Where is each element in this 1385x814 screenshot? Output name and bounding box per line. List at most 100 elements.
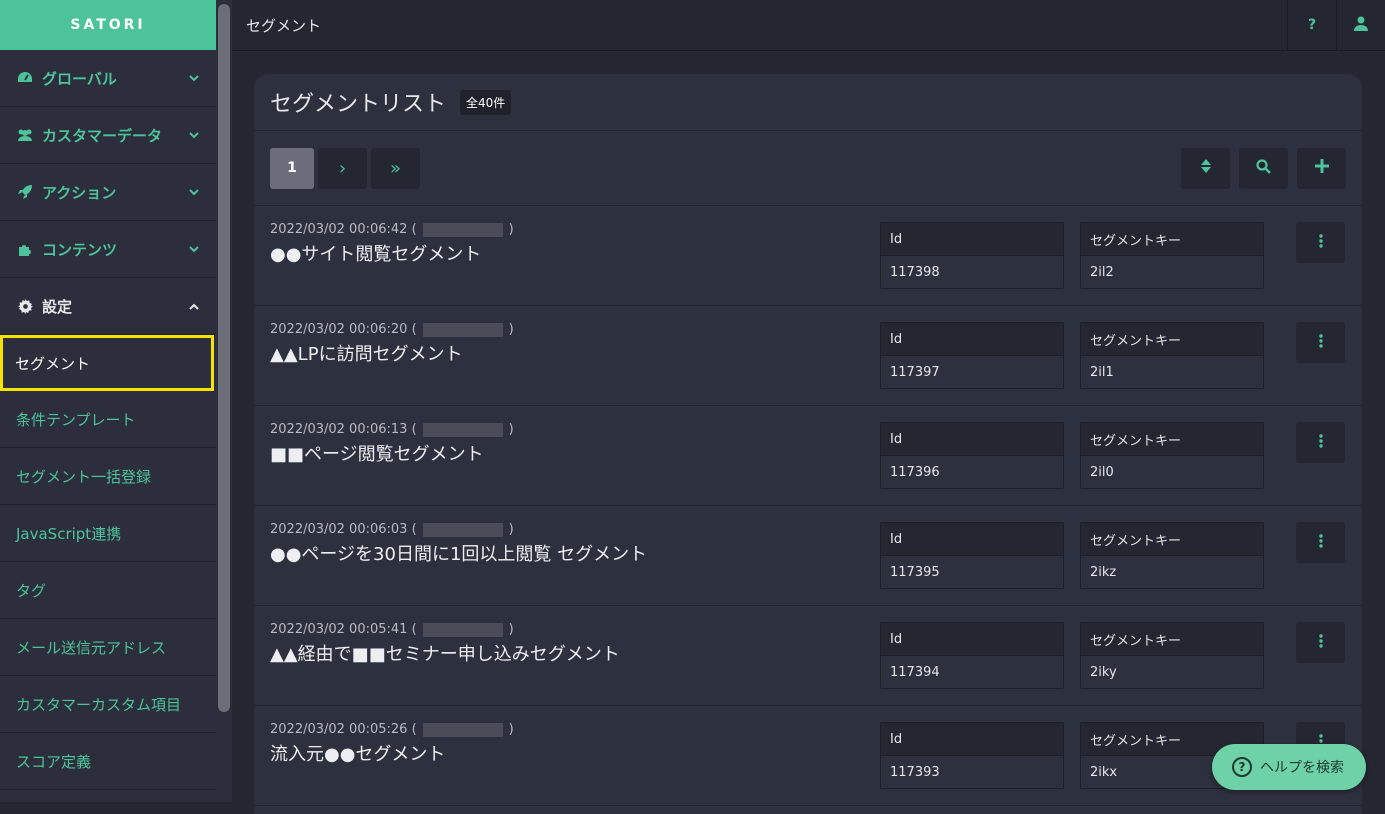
sort-icon [1200, 159, 1211, 177]
kebab-menu-icon [1318, 333, 1323, 352]
sidebar-item-score-definition[interactable]: スコア定義 [0, 733, 216, 790]
id-value: 117398 [890, 264, 940, 280]
segment-datetime: 2022/03/02 00:05:26 ( [270, 722, 417, 737]
segment-meta: 2022/03/02 00:06:03 ( ) [270, 522, 514, 537]
nav-group-contents[interactable]: コンテンツ [0, 221, 216, 278]
nav-group-label: アクション [42, 183, 117, 202]
id-value: 117394 [890, 664, 940, 680]
id-value: 117396 [890, 464, 940, 480]
id-label: Id [881, 723, 1063, 756]
kebab-menu-icon [1318, 533, 1323, 552]
segment-datetime: 2022/03/02 00:06:03 ( [270, 522, 417, 537]
paren-close: ) [508, 522, 514, 537]
chevron-down-icon [188, 186, 200, 198]
panel-header: セグメントリスト 全40件 [254, 74, 1362, 131]
segment-meta: 2022/03/02 00:05:41 ( ) [270, 622, 514, 637]
id-label: Id [881, 223, 1063, 256]
segment-key-value: 2il2 [1090, 264, 1114, 280]
row-menu-button[interactable] [1296, 222, 1345, 263]
help-search-button[interactable]: ? ヘルプを検索 [1212, 744, 1366, 790]
sidebar-item-segment[interactable]: セグメント [0, 335, 214, 391]
page-title: セグメント [246, 16, 322, 35]
segment-meta: 2022/03/02 00:06:42 ( ) [270, 222, 514, 237]
sidebar-item-segment-bulk-register[interactable]: セグメント一括登録 [0, 448, 216, 505]
redacted-author [422, 222, 503, 237]
segment-row[interactable]: 2022/03/02 00:06:03 ( ) ●●ページを30日間に1回以上閲… [254, 506, 1362, 606]
segment-key-label: セグメントキー [1081, 323, 1263, 356]
sidebar-scrollbar[interactable] [216, 0, 232, 802]
segment-datetime: 2022/03/02 00:05:41 ( [270, 622, 417, 637]
nav-group-global[interactable]: グローバル [0, 50, 216, 107]
kebab-menu-icon [1318, 633, 1323, 652]
segment-datetime: 2022/03/02 00:06:42 ( [270, 222, 417, 237]
sidebar: SATORI グローバル カスタマーデータ アクション コンテンツ 設定 セグメ… [0, 0, 216, 802]
nav-group-action[interactable]: アクション [0, 164, 216, 221]
sidebar-item-javascript[interactable]: JavaScript連携 [0, 505, 216, 562]
paren-close: ) [508, 422, 514, 437]
segment-meta: 2022/03/02 00:05:26 ( ) [270, 722, 514, 737]
segment-name[interactable]: ●●ページを30日間に1回以上閲覧 セグメント [270, 540, 647, 566]
redacted-author [422, 422, 503, 437]
users-icon [16, 127, 34, 143]
search-button[interactable] [1239, 147, 1288, 189]
segment-key-label: セグメントキー [1081, 623, 1263, 656]
user-icon [1354, 16, 1368, 35]
segment-key-label: セグメントキー [1081, 423, 1263, 456]
last-page-button[interactable]: » [371, 147, 420, 189]
question-circle-icon: ? [1232, 757, 1252, 777]
chevron-down-icon [188, 129, 200, 141]
segment-key-field: セグメントキー 2il2 [1080, 222, 1264, 289]
sidebar-item-customer-custom-fields[interactable]: カスタマーカスタム項目 [0, 676, 216, 733]
id-label: Id [881, 423, 1063, 456]
sidebar-item-mail-sender[interactable]: メール送信元アドレス [0, 619, 216, 676]
sidebar-item-condition-template[interactable]: 条件テンプレート [0, 391, 216, 448]
sidebar-item-tag[interactable]: タグ [0, 562, 216, 619]
segment-row[interactable]: 2022/03/02 00:06:20 ( ) ▲▲LPに訪問セグメント Id … [254, 306, 1362, 406]
dashboard-icon [16, 70, 34, 86]
segment-meta: 2022/03/02 00:06:20 ( ) [270, 322, 514, 337]
segment-name[interactable]: 流入元●●セグメント [270, 740, 445, 766]
segment-row[interactable]: 2022/03/02 00:06:13 ( ) ■■ページ閲覧セグメント Id … [254, 406, 1362, 506]
scrollbar-thumb[interactable] [218, 4, 230, 712]
paren-close: ) [508, 222, 514, 237]
paren-close: ) [508, 622, 514, 637]
row-menu-button[interactable] [1296, 522, 1345, 563]
segment-row[interactable]: 2022/03/02 00:06:42 ( ) ●●サイト閲覧セグメント Id … [254, 206, 1362, 306]
kebab-menu-icon [1318, 433, 1323, 452]
count-badge: 全40件 [460, 89, 512, 115]
segment-meta: 2022/03/02 00:06:13 ( ) [270, 422, 514, 437]
id-value: 117393 [890, 764, 940, 780]
user-menu-button[interactable] [1336, 0, 1385, 51]
gear-icon [16, 298, 34, 314]
help-button[interactable]: ? [1287, 0, 1336, 51]
segment-name[interactable]: ●●サイト閲覧セグメント [270, 240, 481, 266]
list-toolbar: 1 › » [254, 131, 1362, 206]
nav-group-settings[interactable]: 設定 [0, 278, 216, 335]
kebab-menu-icon [1318, 233, 1323, 252]
segment-key-label: セグメントキー [1081, 523, 1263, 556]
brand-logo[interactable]: SATORI [0, 0, 216, 50]
segment-id-field: Id 117398 [880, 222, 1064, 289]
id-label: Id [881, 323, 1063, 356]
row-menu-button[interactable] [1296, 422, 1345, 463]
segment-name[interactable]: ▲▲経由で■■セミナー申し込みセグメント [270, 640, 620, 666]
id-label: Id [881, 523, 1063, 556]
page-button-current[interactable]: 1 [270, 147, 314, 189]
nav-group-customer-data[interactable]: カスタマーデータ [0, 107, 216, 164]
segment-name[interactable]: ■■ページ閲覧セグメント [270, 440, 484, 466]
id-value: 117395 [890, 564, 940, 580]
row-menu-button[interactable] [1296, 622, 1345, 663]
add-segment-button[interactable] [1297, 147, 1346, 189]
segment-row[interactable]: 2022/03/02 00:05:41 ( ) ▲▲経由で■■セミナー申し込みセ… [254, 606, 1362, 706]
segment-id-field: Id 117396 [880, 422, 1064, 489]
segment-row[interactable]: 2022/03/02 00:05:26 ( ) 流入元●●セグメント Id 11… [254, 706, 1362, 806]
redacted-author [422, 722, 503, 737]
next-page-button[interactable]: › [318, 147, 367, 189]
segment-id-field: Id 117397 [880, 322, 1064, 389]
segment-name[interactable]: ▲▲LPに訪問セグメント [270, 340, 463, 366]
nav-group-label: 設定 [42, 297, 73, 316]
segment-key-value: 2iky [1090, 664, 1117, 680]
sort-button[interactable] [1181, 147, 1230, 189]
double-chevron-right-icon: » [389, 157, 401, 179]
row-menu-button[interactable] [1296, 322, 1345, 363]
